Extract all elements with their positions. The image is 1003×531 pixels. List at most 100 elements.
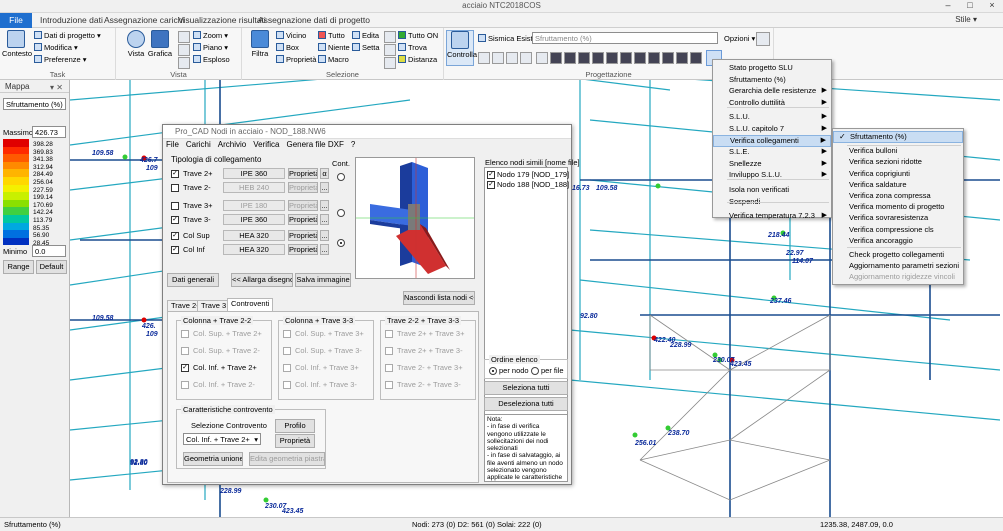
preferenze-button[interactable]: Preferenze ▾	[34, 55, 87, 65]
section-field[interactable]: HEB 240	[223, 182, 285, 193]
tab-assegnazione-carichi[interactable]: Assegnazione carichi	[104, 13, 184, 28]
nodo-188-checkbox[interactable]: ✓	[487, 181, 495, 189]
controvento-checkbox[interactable]: ✓	[181, 364, 189, 372]
submenu-item[interactable]: Verifica ancoraggio	[833, 235, 963, 247]
extra-row-button[interactable]: ...	[320, 214, 329, 225]
submenu-item[interactable]: Check progetto collegamenti	[833, 249, 963, 261]
controvento-checkbox[interactable]	[181, 381, 189, 389]
zoom-button[interactable]: Zoom ▾	[193, 31, 228, 41]
controvento-checkbox[interactable]	[283, 364, 291, 372]
dialog-menu-verifica[interactable]: Verifica	[253, 140, 279, 149]
controvento-checkbox[interactable]	[283, 347, 291, 355]
verify-icon[interactable]	[662, 52, 674, 64]
dati-generali-button[interactable]: Dati generali	[167, 273, 219, 287]
contesto-button[interactable]: Contesto	[2, 30, 32, 58]
tab-assegnazione-dati-progetto[interactable]: Assegnazione dati di progetto	[258, 13, 370, 28]
tutto-button[interactable]: Tutto	[318, 31, 345, 41]
modifica-button[interactable]: Modifica ▾	[34, 43, 78, 53]
submenu-item[interactable]: Aggiornamento rigidezze vincoli	[833, 271, 963, 283]
box-button[interactable]: Box	[276, 43, 299, 53]
dialog-menu-carichi[interactable]: Carichi	[186, 140, 211, 149]
layer-icon[interactable]	[384, 31, 396, 43]
dialog-menu-file[interactable]: File	[166, 140, 179, 149]
default-button[interactable]: Default	[36, 260, 67, 274]
tipologia-checkbox[interactable]: ✓	[171, 246, 179, 254]
verifica-menu-item[interactable]: Verifica collegamenti ▶	[713, 134, 831, 147]
pin-icon[interactable]: ▾ ✕	[50, 81, 63, 94]
nodo-179-checkbox[interactable]: ✓	[487, 171, 495, 179]
verify-icon[interactable]	[564, 52, 576, 64]
per-nodo-radio[interactable]	[489, 367, 497, 375]
result-type-combo[interactable]: Sfruttamento (%)	[532, 32, 718, 44]
list-item[interactable]: Nodo 179 [NOD_179]	[497, 170, 569, 179]
verifica-menu-item[interactable]: S.L.U. ▶	[713, 111, 831, 123]
tipologia-checkbox[interactable]	[171, 202, 179, 210]
submenu-item[interactable]: Aggiornamento parametri sezioni	[833, 260, 963, 272]
submenu-item[interactable]: Verifica sezioni ridotte	[833, 156, 963, 168]
verifica-menu-item[interactable]: S.L.U. capitolo 7 ▶	[713, 123, 831, 135]
list-item[interactable]: Nodo 188 [NOD_188]	[497, 180, 569, 189]
mappa-combo[interactable]: Sfruttamento (%)	[3, 98, 66, 110]
section-field[interactable]: HEA 320	[223, 244, 285, 255]
tab-visualizzazione-risultati[interactable]: Visualizzazione risultati	[178, 13, 266, 28]
tipologia-checkbox[interactable]: ✓	[171, 232, 179, 240]
controvento-checkbox[interactable]	[385, 347, 393, 355]
distanza-button[interactable]: Distanza	[398, 55, 437, 65]
trova-button[interactable]: Trova	[398, 43, 427, 53]
minimize-button[interactable]: –	[937, 0, 959, 12]
verify-icon[interactable]	[676, 52, 688, 64]
arrow-right-icon[interactable]	[506, 52, 518, 64]
edita-geometria-button[interactable]: Edita geometria piastra	[249, 452, 325, 466]
maximize-button[interactable]: □	[959, 0, 981, 12]
minimo-field[interactable]: 0.0	[32, 245, 66, 257]
proprieta-button[interactable]: Proprietà ▾	[276, 55, 322, 65]
options-tool-icon[interactable]	[756, 32, 770, 46]
controvento-checkbox[interactable]	[181, 330, 189, 338]
section-field[interactable]: HEA 320	[223, 230, 285, 241]
submenu-item[interactable]: Verifica zona compressa	[833, 190, 963, 202]
geometria-unione-button[interactable]: Geometria unione	[183, 452, 243, 466]
verifica-menu-item[interactable]: Gerarchia delle resistenze ▶	[713, 85, 831, 97]
verify-icon[interactable]	[550, 52, 562, 64]
controvento-checkbox[interactable]	[283, 330, 291, 338]
submenu-item[interactable]: Verifica bulloni	[833, 145, 963, 157]
seleziona-tutti-button[interactable]: Seleziona tutti	[484, 381, 568, 395]
close-button[interactable]: ×	[981, 0, 1003, 12]
profilo-button[interactable]: Profilo	[275, 419, 315, 433]
verify-icon[interactable]	[578, 52, 590, 64]
filtra-button[interactable]: Filtra	[246, 30, 274, 58]
deseleziona-tutti-button[interactable]: Deseleziona tutti	[484, 397, 568, 411]
tab-trave-3[interactable]: Trave 3	[197, 300, 231, 311]
verify-icon[interactable]	[606, 52, 618, 64]
verifica-menu-item[interactable]: Isola non verificati	[713, 184, 831, 196]
tab-controventi[interactable]: Controventi	[227, 298, 274, 311]
niente-button[interactable]: Niente	[318, 43, 350, 53]
layer-icon[interactable]	[384, 57, 396, 69]
view-icon[interactable]	[178, 44, 190, 56]
dialog-menu-dxf[interactable]: Genera file DXF	[286, 140, 343, 149]
tipologia-checkbox[interactable]	[171, 184, 179, 192]
sismica-esist-button[interactable]: Sismica Esist.	[478, 34, 535, 44]
continuity-radio[interactable]	[337, 209, 345, 217]
verifica-menu-item[interactable]: Stato progetto SLU	[713, 62, 831, 74]
setta-button[interactable]: Setta	[352, 43, 380, 53]
section-field[interactable]: IPE 180	[223, 200, 285, 211]
proprieta-controvento-button[interactable]: Proprietà	[275, 434, 315, 448]
controvento-checkbox[interactable]	[385, 381, 393, 389]
arrow-left-icon[interactable]	[492, 52, 504, 64]
nascondi-lista-button[interactable]: Nascondi lista nodi <<	[403, 291, 475, 305]
view-icon[interactable]	[178, 57, 190, 69]
opzioni-button[interactable]: Opzioni ▾	[724, 34, 755, 44]
proprieta-row-button[interactable]: Proprietà	[288, 230, 318, 241]
range-button[interactable]: Range	[3, 260, 34, 274]
extra-row-button[interactable]: ...	[320, 230, 329, 241]
arrow-right-icon[interactable]	[520, 52, 532, 64]
verifica-menu-item[interactable]: Snellezze ▶	[713, 158, 831, 170]
submenu-item[interactable]: Verifica momento di progetto	[833, 201, 963, 213]
dialog-menu-archivio[interactable]: Archivio	[218, 140, 246, 149]
arrow-left-icon[interactable]	[478, 52, 490, 64]
vicino-button[interactable]: Vicino	[276, 31, 306, 41]
extra-row-button[interactable]: ...	[320, 182, 329, 193]
controvento-checkbox[interactable]	[283, 381, 291, 389]
massimo-field[interactable]: 426.73	[32, 126, 66, 138]
